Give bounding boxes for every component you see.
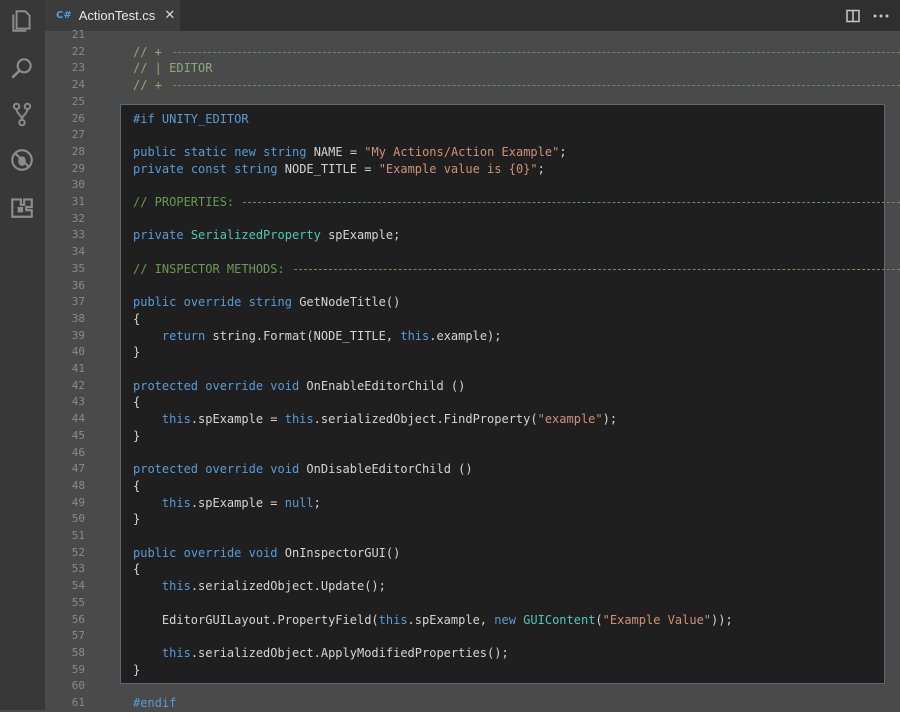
code-line: public override void OnInspectorGUI(): [133, 545, 401, 560]
code-line: {: [133, 311, 141, 326]
code-line: EditorGUILayout.PropertyField(this.spExa…: [133, 612, 733, 627]
code-line: #endif: [133, 696, 177, 710]
line-number: 39: [71, 328, 85, 342]
more-actions-icon[interactable]: [870, 5, 892, 27]
code-line: }: [133, 345, 141, 360]
comment-divider: [173, 85, 900, 87]
code-line: private SerializedProperty spExample;: [133, 228, 401, 243]
code-editor[interactable]: 21 22 // + 23 // | EDITOR 24 // + 25 26 #if UNITY…: [45, 28, 900, 710]
line-number: 28: [71, 144, 85, 158]
activity-bar: [0, 0, 45, 710]
line-number: 49: [71, 495, 85, 509]
line-number: 27: [71, 128, 85, 142]
line-number: 58: [71, 645, 85, 659]
line-number: 48: [71, 478, 85, 492]
code-line: this.spExample = this.serializedObject.F…: [161, 412, 618, 427]
line-number: 55: [71, 595, 85, 609]
close-icon[interactable]: ✕: [164, 8, 175, 23]
csharp-icon: C#: [56, 10, 72, 21]
comment-divider: [173, 51, 900, 53]
code-line: public override string GetNodeTitle(): [133, 295, 401, 310]
debug-icon[interactable]: [9, 147, 35, 173]
line-number: 40: [71, 345, 85, 359]
code-line: {: [133, 395, 141, 410]
line-number: 21: [71, 28, 85, 41]
comment-line: // +: [133, 78, 162, 93]
comment-divider: [293, 268, 900, 270]
line-number: 43: [71, 395, 85, 409]
line-number: 56: [71, 612, 85, 626]
line-number: 52: [71, 545, 85, 559]
code-line: {: [133, 562, 141, 577]
code-line: this.spExample = null;: [161, 495, 321, 510]
code-line: this.serializedObject.Update();: [161, 579, 386, 594]
line-number: 57: [71, 629, 85, 643]
comment-line: // +: [133, 44, 162, 59]
line-number: 30: [71, 178, 85, 192]
line-number: 36: [71, 278, 85, 292]
code-line: private const string NODE_TITLE = "Examp…: [133, 161, 545, 176]
line-number: 34: [71, 245, 85, 259]
extensions-icon[interactable]: [9, 194, 35, 220]
code-line: // PROPERTIES:: [133, 195, 242, 209]
search-icon[interactable]: [9, 55, 35, 81]
code-line: return string.Format(NODE_TITLE, this.ex…: [161, 328, 502, 343]
line-number: 44: [71, 412, 85, 426]
line-number: 46: [71, 445, 85, 459]
line-number: 42: [71, 378, 85, 392]
editor-actions: [836, 0, 892, 31]
line-number: 41: [71, 362, 85, 375]
line-number: 54: [71, 579, 85, 593]
code-line: protected override void OnDisableEditorC…: [133, 462, 473, 477]
files-icon[interactable]: [9, 8, 35, 34]
line-number: 38: [71, 311, 85, 325]
line-number: 45: [71, 428, 85, 442]
line-number: 53: [71, 562, 85, 576]
line-number: 22: [71, 44, 85, 58]
comment-line: // | EDITOR: [133, 61, 213, 76]
line-number: 23: [71, 61, 85, 75]
line-number: 35: [71, 261, 85, 275]
line-number: 31: [71, 195, 85, 208]
line-number: 26: [71, 111, 85, 125]
code-line: this.serializedObject.ApplyModifiedPrope…: [161, 645, 509, 660]
line-number: 24: [71, 78, 85, 92]
line-number: 25: [71, 94, 85, 108]
code-line: #if UNITY_EDITOR: [133, 111, 249, 126]
code-line: }: [133, 662, 141, 677]
line-number: 59: [71, 662, 85, 676]
line-number: 47: [71, 462, 85, 476]
source-control-icon[interactable]: [9, 101, 35, 127]
code-line: }: [133, 512, 141, 527]
comment-divider: [243, 202, 900, 203]
code-line: }: [133, 428, 141, 443]
line-number: 32: [71, 211, 85, 225]
code-line: {: [133, 478, 141, 493]
split-editor-icon[interactable]: [842, 5, 864, 27]
line-number: 50: [71, 512, 85, 526]
line-number: 61: [71, 696, 85, 709]
line-number: 29: [71, 161, 85, 175]
tab-bar: C# ActionTest.cs ✕: [45, 0, 900, 31]
line-number: 51: [71, 529, 85, 542]
line-number: 37: [71, 295, 85, 309]
line-number: 60: [71, 679, 85, 693]
tab-filename: ActionTest.cs: [78, 8, 156, 23]
code-line: public static new string NAME = "My Acti…: [133, 144, 567, 159]
line-number: 33: [71, 228, 85, 242]
code-line: // INSPECTOR METHODS:: [133, 261, 292, 276]
code-line: protected override void OnEnableEditorCh…: [133, 378, 466, 393]
